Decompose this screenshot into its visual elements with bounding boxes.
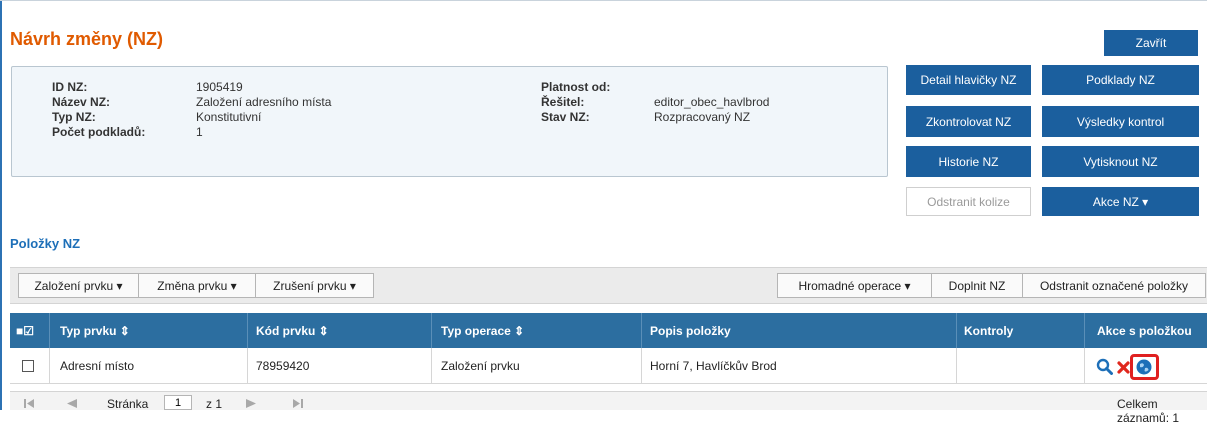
create-element-dropdown[interactable]: Založení prvku ▾	[18, 273, 139, 298]
history-button[interactable]: Historie NZ	[906, 146, 1031, 177]
change-element-dropdown[interactable]: Změna prvku ▾	[138, 273, 256, 298]
column-divider	[1084, 348, 1085, 384]
column-divider	[956, 313, 957, 348]
type-label: Typ NZ:	[52, 110, 96, 124]
select-all-checkbox[interactable]: ■☑	[16, 313, 34, 348]
column-header-operation-type[interactable]: Typ operace ⇕	[441, 313, 524, 348]
state-label: Stav NZ:	[541, 110, 590, 124]
column-divider	[1084, 313, 1085, 348]
close-button[interactable]: Zavřít	[1104, 30, 1198, 56]
bulk-operations-dropdown[interactable]: Hromadné operace ▾	[777, 273, 932, 298]
prev-page-icon[interactable]	[60, 396, 82, 410]
cell-description: Horní 7, Havlíčkův Brod	[650, 359, 777, 373]
id-label: ID NZ:	[52, 80, 88, 94]
check-results-button[interactable]: Výsledky kontrol	[1042, 106, 1199, 137]
name-label: Název NZ:	[52, 95, 111, 109]
column-divider	[431, 348, 432, 384]
print-button[interactable]: Vytisknout NZ	[1042, 146, 1199, 177]
page-label: Stránka	[107, 397, 149, 411]
remove-collisions-button[interactable]: Odstranit kolize	[906, 187, 1031, 216]
section-title-items: Položky NZ	[10, 236, 81, 251]
valid-from-label: Platnost od:	[541, 80, 611, 94]
state-value: Rozpracovaný NZ	[654, 110, 751, 124]
window-left-edge	[0, 0, 2, 410]
source-count-label: Počet podkladů:	[52, 125, 146, 139]
column-header-checks: Kontroly	[964, 323, 1014, 338]
column-divider	[247, 313, 248, 348]
check-button[interactable]: Zkontrolovat NZ	[906, 106, 1031, 137]
next-page-icon[interactable]	[241, 396, 263, 410]
column-divider	[431, 313, 432, 348]
window-top-edge	[0, 0, 1207, 1]
column-divider	[49, 348, 50, 384]
fill-nz-button[interactable]: Doplnit NZ	[931, 273, 1023, 298]
header-detail-button[interactable]: Detail hlavičky NZ	[906, 65, 1031, 95]
cancel-element-dropdown[interactable]: Zrušení prvku ▾	[255, 273, 374, 298]
column-divider	[49, 313, 50, 348]
column-header-element-code[interactable]: Kód prvku ⇕	[256, 313, 329, 348]
column-divider	[956, 348, 957, 384]
type-value: Konstitutivní	[196, 110, 262, 124]
sources-button[interactable]: Podklady NZ	[1042, 65, 1199, 95]
column-divider	[641, 348, 642, 384]
name-value: Založení adresního místa	[196, 95, 332, 109]
first-page-icon[interactable]	[22, 396, 36, 410]
column-divider	[641, 313, 642, 348]
page-total-label: z 1	[206, 397, 223, 411]
total-records-label: Celkem záznamů: 1	[1117, 397, 1180, 425]
cell-element-code: 78959420	[256, 359, 310, 373]
source-count-value: 1	[196, 125, 203, 139]
delete-icon[interactable]	[1117, 361, 1130, 374]
cell-operation-type: Založení prvku	[441, 359, 520, 373]
actions-menu-button[interactable]: Akce NZ ▾	[1042, 187, 1199, 216]
page-number-input[interactable]	[164, 395, 192, 410]
solver-value: editor_obec_havlbrod	[654, 95, 770, 109]
table-header	[10, 313, 1207, 348]
column-divider	[247, 348, 248, 384]
last-page-icon[interactable]	[291, 396, 305, 410]
globe-icon[interactable]	[1135, 358, 1153, 376]
column-header-item-actions: Akce s položkou	[1097, 323, 1192, 338]
change-proposal-info-panel	[11, 66, 888, 177]
table-row	[10, 348, 1207, 384]
page-title: Návrh změny (NZ)	[10, 29, 164, 49]
search-icon[interactable]	[1096, 358, 1113, 375]
solver-label: Řešitel:	[541, 95, 585, 109]
row-select-checkbox[interactable]	[22, 348, 34, 384]
remove-selected-button[interactable]: Odstranit označené položky	[1022, 273, 1206, 298]
cell-element-type: Adresní místo	[60, 359, 135, 373]
id-value: 1905419	[196, 80, 243, 94]
column-header-element-type[interactable]: Typ prvku ⇕	[60, 313, 130, 348]
column-header-description: Popis položky	[650, 323, 731, 338]
